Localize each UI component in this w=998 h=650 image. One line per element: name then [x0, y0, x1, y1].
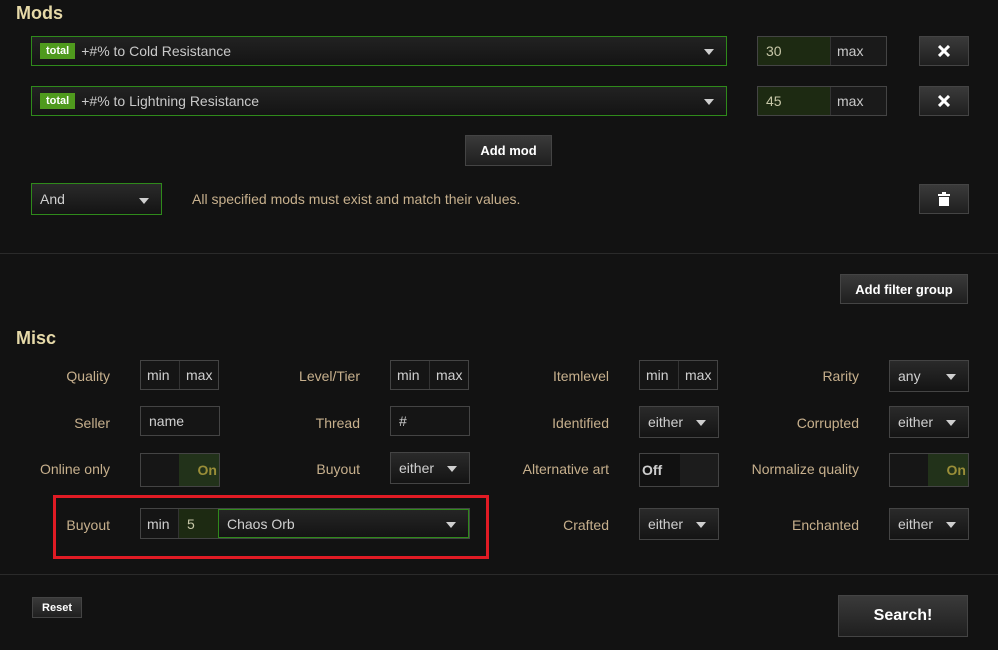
buyout-price-group: min 5 Chaos Orb [140, 508, 470, 539]
chevron-down-icon [447, 466, 457, 472]
chevron-down-icon [946, 374, 956, 380]
mod-max-input[interactable]: max [830, 87, 886, 115]
chevron-down-icon [696, 420, 706, 426]
quality-max-input[interactable]: max [179, 361, 218, 389]
section-divider [0, 253, 998, 254]
remove-mod-button[interactable] [919, 36, 969, 66]
quality-range: min max [140, 360, 219, 390]
enchanted-label: Enchanted [792, 517, 859, 533]
quality-min-input[interactable]: min [141, 361, 179, 389]
currency-select[interactable]: Chaos Orb [218, 509, 469, 538]
itemlevel-label: Itemlevel [552, 368, 609, 384]
toggle-off-side [141, 454, 179, 486]
close-icon [938, 95, 950, 107]
enchanted-value: either [898, 516, 934, 532]
level-min-input[interactable]: min [391, 361, 429, 389]
alt-art-label: Alternative art [522, 461, 609, 477]
itemlevel-min-input[interactable]: min [640, 361, 678, 389]
mod-value-input[interactable]: 45 [758, 87, 830, 115]
chevron-down-icon [446, 522, 456, 528]
online-toggle[interactable]: On [140, 453, 220, 487]
alt-art-toggle[interactable]: Off [639, 453, 719, 487]
add-mod-button[interactable]: Add mod [465, 135, 552, 166]
itemlevel-range: min max [639, 360, 718, 390]
buyout-label: Buyout [66, 517, 110, 533]
logic-description: All specified mods must exist and match … [192, 191, 521, 207]
level-max-input[interactable]: max [429, 361, 468, 389]
normalize-label: Normalize quality [751, 461, 859, 477]
logic-value: And [40, 191, 65, 207]
currency-value: Chaos Orb [227, 515, 295, 532]
close-icon [938, 45, 950, 57]
toggle-state: Off [640, 454, 680, 486]
mod-select-2[interactable]: total +#% to Lightning Resistance [31, 86, 727, 116]
chevron-down-icon [704, 99, 714, 105]
mod-value-input[interactable]: 30 [758, 37, 830, 65]
add-filter-group-button[interactable]: Add filter group [840, 274, 968, 304]
chevron-down-icon [704, 49, 714, 55]
buyout-toggle-label: Buyout [316, 461, 360, 477]
logic-select[interactable]: And [31, 183, 162, 215]
enchanted-select[interactable]: either [889, 508, 969, 540]
identified-value: either [648, 414, 684, 430]
rarity-label: Rarity [822, 368, 859, 384]
section-divider [0, 574, 998, 575]
rarity-value: any [898, 368, 921, 384]
delete-group-button[interactable] [919, 184, 969, 214]
toggle-off-side [890, 454, 928, 486]
buyout-value-input[interactable]: 5 [179, 509, 218, 538]
itemlevel-max-input[interactable]: max [678, 361, 717, 389]
trash-icon [938, 192, 950, 206]
remove-mod-button[interactable] [919, 86, 969, 116]
buyout-min-label[interactable]: min [141, 509, 179, 538]
chevron-down-icon [946, 522, 956, 528]
thread-input[interactable]: # [390, 406, 470, 436]
reset-button[interactable]: Reset [32, 597, 82, 618]
corrupted-value: either [898, 414, 934, 430]
mods-title: Mods [16, 3, 63, 23]
mod-range-1: 30 max [757, 36, 887, 66]
search-button[interactable]: Search! [838, 595, 968, 637]
level-range: min max [390, 360, 469, 390]
identified-select[interactable]: either [639, 406, 719, 438]
thread-label: Thread [315, 415, 360, 431]
chevron-down-icon [696, 522, 706, 528]
buyout-select-value: either [399, 460, 435, 476]
quality-label: Quality [66, 368, 110, 384]
toggle-state: On [928, 454, 968, 486]
level-label: Level/Tier [299, 368, 360, 384]
toggle-on-side [680, 454, 718, 486]
mod-tag: total [40, 43, 76, 59]
chevron-down-icon [946, 420, 956, 426]
misc-title: Misc [16, 328, 57, 348]
mod-range-2: 45 max [757, 86, 887, 116]
mod-tag: total [40, 93, 76, 109]
corrupted-select[interactable]: either [889, 406, 969, 438]
normalize-toggle[interactable]: On [889, 453, 969, 487]
seller-input[interactable]: name [140, 406, 220, 436]
chevron-down-icon [139, 198, 149, 204]
mod-text: +#% to Cold Resistance [81, 43, 232, 59]
corrupted-label: Corrupted [796, 415, 859, 431]
mod-select-1[interactable]: total +#% to Cold Resistance [31, 36, 727, 66]
identified-label: Identified [552, 415, 609, 431]
toggle-state: On [179, 454, 219, 486]
seller-label: Seller [74, 415, 110, 431]
crafted-select[interactable]: either [639, 508, 719, 540]
mod-max-input[interactable]: max [830, 37, 886, 65]
online-label: Online only [39, 461, 110, 477]
buyout-select[interactable]: either [390, 452, 470, 484]
crafted-label: Crafted [563, 517, 609, 533]
crafted-value: either [648, 516, 684, 532]
mod-text: +#% to Lightning Resistance [81, 93, 260, 109]
rarity-select[interactable]: any [889, 360, 969, 392]
